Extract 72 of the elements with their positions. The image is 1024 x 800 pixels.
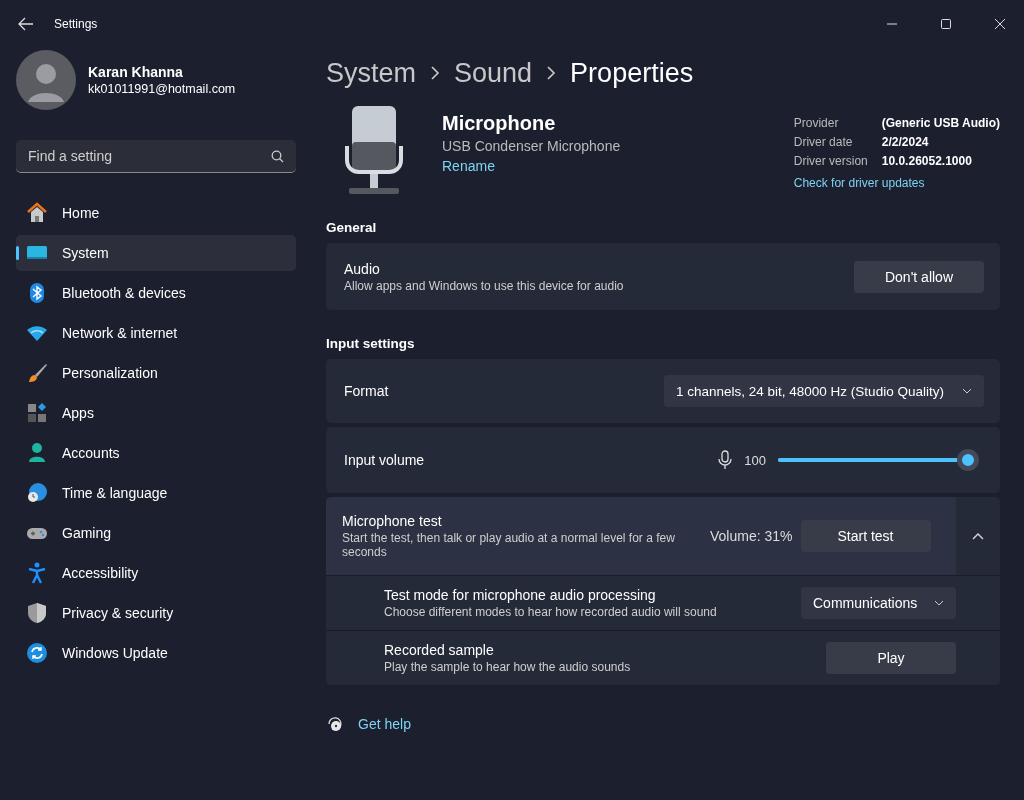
- sidebar-item[interactable]: System: [16, 235, 296, 271]
- setting-title: Audio: [344, 260, 381, 277]
- sidebar-item[interactable]: Gaming: [16, 515, 296, 551]
- get-help-link[interactable]: Get help: [358, 716, 411, 732]
- sidebar-item[interactable]: Accounts: [16, 435, 296, 471]
- breadcrumb-item[interactable]: Sound: [454, 57, 533, 89]
- volume-percentage: Volume: 31%: [710, 528, 793, 544]
- sidebar-item[interactable]: Personalization: [16, 355, 296, 391]
- rename-link[interactable]: Rename: [442, 158, 495, 174]
- expand-toggle[interactable]: [956, 497, 1000, 575]
- detail-label: Driver version: [793, 154, 869, 170]
- setting-description: Allow apps and Windows to use this device for audio: [344, 278, 625, 293]
- house-icon: [26, 202, 48, 224]
- accessibility-icon: [26, 562, 48, 584]
- sidebar-item[interactable]: Network & internet: [16, 315, 296, 351]
- chevron-down-icon: [934, 600, 944, 606]
- chevron-right-icon: [430, 66, 441, 80]
- driver-update-link[interactable]: Check for driver updates: [793, 176, 1000, 190]
- sidebar-item[interactable]: Bluetooth & devices: [16, 275, 296, 311]
- setting-title: Recorded sample: [384, 642, 495, 658]
- sidebar-item[interactable]: Windows Update: [16, 635, 296, 671]
- volume-reading: 100: [744, 452, 766, 468]
- setting-description: Choose different modes to hear how recorded audio will sound: [384, 605, 718, 619]
- close-icon[interactable]: [994, 18, 1006, 30]
- setting-title: Format: [344, 383, 389, 399]
- setting-title: Input volume: [344, 452, 425, 468]
- search-field[interactable]: Find a setting: [16, 140, 296, 173]
- format-dropdown[interactable]: 1 channels, 24 bit, 48000 Hz (Studio Quality): [664, 375, 984, 407]
- window-title: Settings: [54, 17, 98, 31]
- back-arrow-icon[interactable]: [18, 17, 34, 31]
- device-name: Microphone: [442, 112, 557, 135]
- apps-grid-icon: [26, 402, 48, 424]
- account-email: kk01011991@hotmail.com: [88, 82, 236, 96]
- sidebar-item[interactable]: Time & language: [16, 475, 296, 511]
- dont-allow-button[interactable]: Don't allow: [854, 260, 984, 293]
- refresh-icon: [26, 642, 48, 664]
- section-heading: General: [326, 220, 378, 235]
- play-button[interactable]: Play: [826, 642, 956, 674]
- person-icon: [26, 442, 48, 464]
- chevron-right-icon: [546, 66, 557, 80]
- detail-label: Provider: [793, 116, 840, 132]
- breadcrumb-item[interactable]: System: [326, 57, 417, 89]
- detail-value: 10.0.26052.1000: [881, 154, 972, 170]
- sidebar-item[interactable]: Home: [16, 195, 296, 231]
- setting-description: Start the test, then talk or play audio at a normal level for a few seconds: [342, 531, 676, 559]
- help-icon: [326, 715, 344, 733]
- mode-dropdown[interactable]: Communications: [801, 587, 956, 619]
- detail-value: 2/2/2024: [881, 135, 929, 151]
- account-name: Karan Khanna: [88, 64, 184, 80]
- shield-icon: [26, 602, 48, 624]
- avatar-icon: [16, 50, 76, 110]
- breadcrumb-item: Properties: [570, 57, 694, 89]
- detail-label: Driver date: [793, 135, 854, 151]
- section-heading: Input settings: [326, 336, 416, 351]
- paintbrush-icon: [26, 362, 48, 384]
- search-icon: [271, 150, 284, 163]
- detail-value: (Generic USB Audio): [881, 116, 1000, 132]
- sidebar-item[interactable]: Accessibility: [16, 555, 296, 591]
- slider-thumb[interactable]: [957, 449, 979, 471]
- volume-slider[interactable]: [778, 449, 980, 471]
- device-description: USB Condenser Microphone: [442, 138, 621, 154]
- start-test-button[interactable]: Start test: [800, 520, 931, 552]
- microphone-icon: [718, 450, 733, 470]
- chevron-down-icon: [962, 388, 972, 394]
- setting-description: Play the sample to hear how the audio sounds: [384, 660, 632, 674]
- setting-title: Microphone test: [342, 513, 443, 529]
- sidebar-item[interactable]: Apps: [16, 395, 296, 431]
- globe-clock-icon: [26, 482, 48, 504]
- chevron-up-icon: [972, 532, 984, 540]
- maximize-icon[interactable]: [940, 18, 952, 30]
- sidebar-item[interactable]: Privacy & security: [16, 595, 296, 631]
- setting-title: Test mode for microphone audio processing: [384, 587, 657, 603]
